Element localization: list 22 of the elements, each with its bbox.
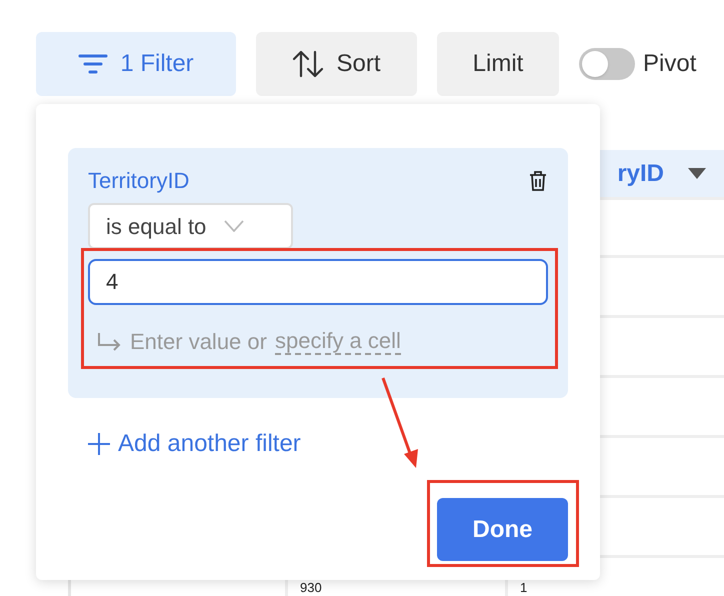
hint-text: Enter value or [130, 328, 267, 356]
limit-button[interactable]: Limit [437, 32, 559, 96]
trash-icon[interactable] [528, 170, 548, 192]
value-field[interactable]: 4 [88, 259, 548, 305]
table-cell-text: 930 [300, 581, 323, 595]
field-name: TerritoryID [88, 167, 190, 195]
filter-icon [78, 53, 108, 75]
caret-down-icon [688, 168, 706, 180]
operator-dropdown[interactable]: is equal to [88, 203, 293, 249]
table-cell-text: 1 [520, 581, 528, 595]
return-arrow-icon [96, 332, 122, 352]
pivot-label: Pivot [643, 49, 696, 79]
add-filter-link[interactable]: Add another filter [88, 426, 301, 462]
plus-icon [88, 433, 110, 455]
chevron-down-icon [224, 220, 244, 232]
filter-button[interactable]: 1 Filter [36, 32, 236, 96]
pivot-toggle[interactable] [579, 48, 635, 80]
specify-cell-link[interactable]: specify a cell [274, 328, 401, 354]
sort-arrows-icon [292, 50, 324, 78]
done-button[interactable]: Done [437, 498, 568, 561]
sort-button[interactable]: Sort [256, 32, 417, 96]
column-header[interactable]: ryID [617, 156, 664, 192]
